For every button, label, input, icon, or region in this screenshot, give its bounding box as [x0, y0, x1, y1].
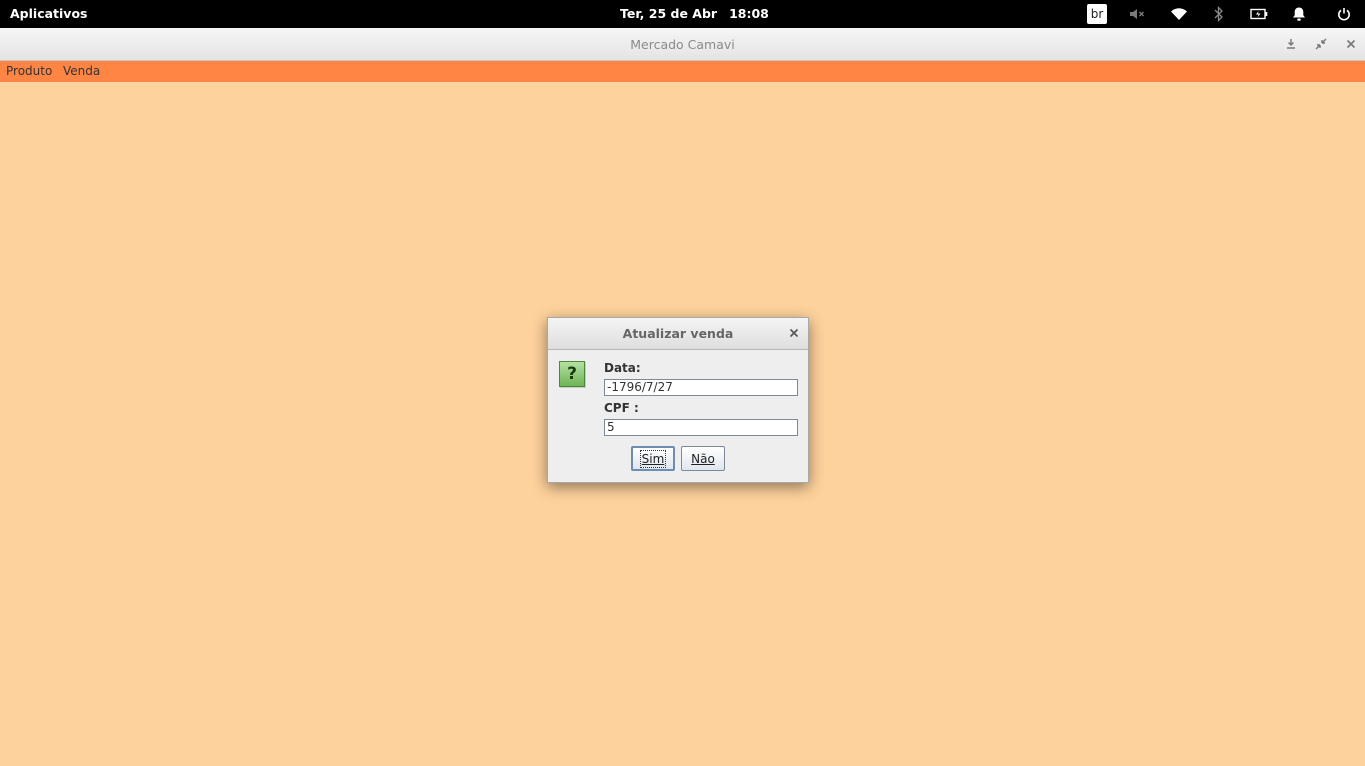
wifi-icon[interactable] — [1167, 0, 1191, 28]
dialog-close-icon[interactable] — [788, 327, 800, 339]
power-icon[interactable] — [1332, 0, 1356, 28]
battery-icon[interactable] — [1247, 0, 1271, 28]
bluetooth-icon[interactable] — [1207, 0, 1231, 28]
clock[interactable]: Ter, 25 de Abr 18:08 — [620, 6, 769, 21]
dialog-titlebar[interactable]: Atualizar venda — [548, 318, 808, 350]
notification-bell-icon[interactable] — [1287, 0, 1311, 28]
data-label: Data: — [604, 361, 641, 375]
question-icon: ? — [559, 361, 585, 387]
clock-time: 18:08 — [729, 6, 769, 21]
no-button-label: Não — [691, 451, 715, 466]
yes-button[interactable]: Sim — [631, 446, 675, 471]
yes-button-label: Sim — [639, 449, 667, 468]
data-input[interactable]: -1796/7/27 — [604, 379, 798, 396]
dialog-title: Atualizar venda — [622, 326, 734, 341]
minimize-icon[interactable] — [1283, 36, 1299, 52]
cpf-input[interactable]: 5 — [604, 419, 798, 436]
cpf-label: CPF : — [604, 401, 639, 415]
close-icon[interactable] — [1343, 36, 1359, 52]
volume-muted-icon[interactable] — [1125, 0, 1149, 28]
keyboard-layout-icon: br — [1087, 4, 1107, 24]
clock-date: Ter, 25 de Abr — [620, 6, 718, 21]
window-titlebar[interactable]: Mercado Camavi — [0, 28, 1365, 61]
update-sale-dialog: Atualizar venda ? Data: -1796/7/27 CPF :… — [547, 317, 809, 483]
menu-item-venda[interactable]: Venda — [63, 64, 100, 78]
menu-bar: Produto Venda — [0, 61, 1365, 82]
window-title: Mercado Camavi — [630, 37, 735, 52]
applications-menu[interactable]: Aplicativos — [10, 6, 87, 21]
restore-icon[interactable] — [1313, 36, 1329, 52]
no-button[interactable]: Não — [681, 446, 725, 471]
keyboard-layout-indicator[interactable]: br — [1085, 0, 1109, 28]
menu-item-produto[interactable]: Produto — [6, 64, 52, 78]
system-top-panel: Aplicativos Ter, 25 de Abr 18:08 br — [0, 0, 1365, 28]
